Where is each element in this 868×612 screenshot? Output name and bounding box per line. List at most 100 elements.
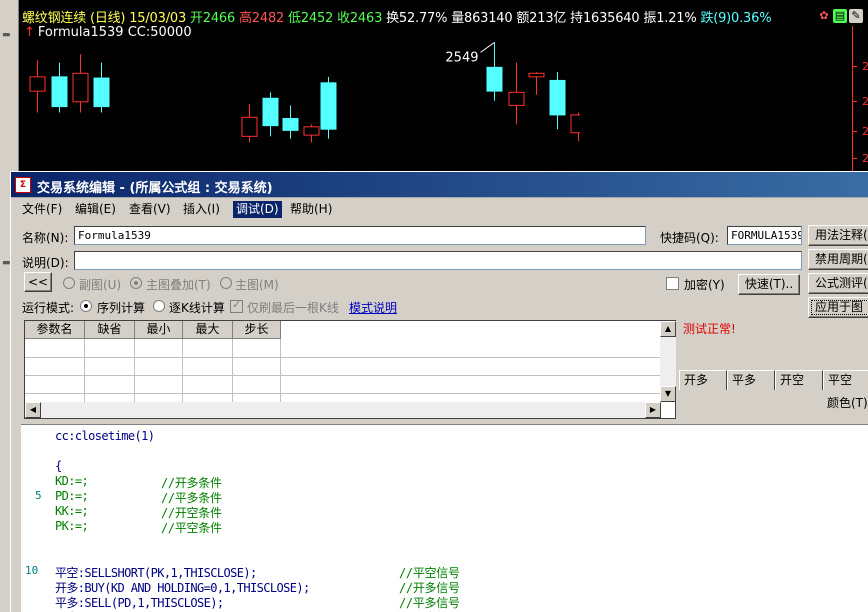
code-line[interactable]: cc:closetime(1) xyxy=(55,429,155,443)
grid-line xyxy=(25,357,661,358)
settings-icon[interactable]: ✿ xyxy=(817,9,831,23)
axis-label: 2 xyxy=(862,125,868,138)
code-line[interactable]: PD:=; xyxy=(55,489,89,503)
menu-debug[interactable]: 调试(D) xyxy=(233,201,282,218)
candle-body[interactable] xyxy=(93,77,110,108)
overlay-radio[interactable] xyxy=(130,277,142,289)
quick-button[interactable]: 快速(T).. xyxy=(738,274,800,295)
grid-line xyxy=(25,375,661,376)
candle-body[interactable] xyxy=(262,97,279,127)
candle-body[interactable] xyxy=(29,76,46,92)
refresh-last-label: 仅刷最后一根K线 xyxy=(247,301,339,315)
candle-body[interactable] xyxy=(320,82,337,130)
instrument-name: 螺纹钢连续 xyxy=(22,11,87,26)
param-header-step[interactable]: 步长 xyxy=(233,321,281,339)
open-interest: 持1635640 xyxy=(570,11,640,26)
subchart-radio[interactable] xyxy=(63,277,75,289)
per-bar-mode-label: 逐K线计算 xyxy=(169,301,225,315)
name-input[interactable]: Formula1539 xyxy=(74,226,646,245)
parameter-table: 参数名 缺省 最小 最大 步长 ▲ ▼ ◀ ▶ xyxy=(24,320,676,419)
param-horizontal-scrollbar[interactable]: ◀ ▶ xyxy=(25,402,661,418)
per-bar-mode-radio[interactable] xyxy=(153,300,165,312)
apply-to-chart-button[interactable]: 应用于图 xyxy=(808,297,868,318)
encrypt-label: 加密(Y) xyxy=(684,278,725,292)
line-number: 5 xyxy=(35,489,42,502)
candle-body[interactable] xyxy=(282,117,299,131)
color-label[interactable]: 颜色(T) xyxy=(827,394,868,411)
dialog-title: 交易系统编辑 - (所属公式组 : 交易系统) xyxy=(37,181,273,196)
param-header-min[interactable]: 最小 xyxy=(135,321,183,339)
chart-top-right-icons: ✿ ▤ ✎ xyxy=(817,8,865,23)
subchart-radio-label: 副图(U) xyxy=(79,278,122,292)
edit-icon[interactable]: ✎ xyxy=(849,9,863,23)
code-line[interactable]: KK:=; xyxy=(55,504,89,518)
scroll-up-icon[interactable]: ▲ xyxy=(660,321,676,337)
grid-line xyxy=(25,393,661,394)
description-label: 说明(D): xyxy=(22,256,69,270)
dialog-titlebar[interactable]: Σ 交易系统编辑 - (所属公式组 : 交易系统) xyxy=(11,172,868,198)
menu-file[interactable]: 文件(F) xyxy=(19,201,65,218)
param-vertical-scrollbar[interactable]: ▲ ▼ xyxy=(660,321,676,402)
code-line[interactable]: PK:=; xyxy=(55,519,89,533)
candle-body[interactable] xyxy=(549,79,566,116)
usage-notes-button[interactable]: 用法注释( xyxy=(808,225,868,246)
amplitude: 振1.21% xyxy=(643,11,697,26)
candle-body[interactable] xyxy=(570,114,580,134)
main-chart-radio[interactable] xyxy=(220,277,232,289)
description-input[interactable] xyxy=(74,251,802,270)
sequence-mode-label: 序列计算 xyxy=(97,301,146,315)
candle-body[interactable] xyxy=(486,66,503,92)
scroll-down-icon[interactable]: ▼ xyxy=(660,386,676,402)
candle-body[interactable] xyxy=(72,72,89,103)
period-label: (日线) xyxy=(89,11,126,26)
tab-close-long[interactable]: 平多 xyxy=(727,370,775,390)
sequence-mode-radio[interactable] xyxy=(80,300,92,312)
calculator-icon[interactable]: ▤ xyxy=(833,9,847,23)
code-line[interactable]: { xyxy=(55,459,62,473)
up-arrow-icon: ↑ xyxy=(24,25,35,40)
axis-tick xyxy=(853,131,857,132)
candle-body[interactable] xyxy=(51,76,68,108)
shortcut-input[interactable]: FORMULA1539 xyxy=(727,226,802,245)
param-header-max[interactable]: 最大 xyxy=(183,321,233,339)
indicator-line: ↑ Formula1539 CC:50000 xyxy=(24,25,192,40)
tab-open-short[interactable]: 开空 xyxy=(775,370,823,390)
code-line[interactable]: KD:=; xyxy=(55,474,89,488)
high-marker-line xyxy=(480,41,495,53)
collapse-button[interactable]: << xyxy=(24,272,52,292)
formula-evaluate-button[interactable]: 公式测评( xyxy=(808,273,868,294)
mode-help-link[interactable]: 模式说明 xyxy=(349,299,397,316)
disable-period-button[interactable]: 禁用周期( xyxy=(808,249,868,270)
candle-body[interactable] xyxy=(508,91,525,106)
indicator-name: Formula1539 xyxy=(37,25,124,40)
close-price: 收2463 xyxy=(337,11,383,26)
axis-label: 2 xyxy=(862,60,868,73)
scroll-left-icon[interactable]: ◀ xyxy=(25,402,41,418)
menu-help[interactable]: 帮助(H) xyxy=(287,201,335,218)
strip-marker-icon: ▬ xyxy=(2,30,11,40)
axis-tick xyxy=(853,158,857,159)
refresh-last-checkbox[interactable] xyxy=(230,298,243,313)
shortcut-label: 快捷码(Q): xyxy=(660,231,719,245)
param-header-default[interactable]: 缺省 xyxy=(85,321,135,339)
name-label: 名称(N): xyxy=(22,231,69,245)
encrypt-checkbox[interactable] xyxy=(666,277,679,290)
axis-tick xyxy=(853,66,857,67)
line-number-gutter: 5 10 xyxy=(21,425,51,612)
menu-insert[interactable]: 插入(I) xyxy=(180,201,223,218)
price-change: 跌(9)0.36% xyxy=(700,11,772,26)
scroll-right-icon[interactable]: ▶ xyxy=(645,402,661,418)
candle-body[interactable] xyxy=(241,116,258,137)
candle-body[interactable] xyxy=(528,72,545,78)
tab-open-long[interactable]: 开多 xyxy=(679,370,727,390)
code-editor[interactable]: 5 10 cc:closetime(1){KD:=;//开多条件 PD:=;//平多… xyxy=(21,424,868,612)
indicator-value: CC:50000 xyxy=(127,25,192,40)
menu-edit[interactable]: 编辑(E) xyxy=(72,201,119,218)
tab-close-short[interactable]: 平空 xyxy=(823,370,868,390)
param-header-name[interactable]: 参数名 xyxy=(25,321,85,339)
line-number: 10 xyxy=(25,564,39,577)
menu-view[interactable]: 查看(V) xyxy=(126,201,174,218)
candlestick-plot: 2549 xyxy=(29,41,580,143)
candle-body[interactable] xyxy=(303,126,320,136)
low-price: 低2452 xyxy=(288,11,334,26)
